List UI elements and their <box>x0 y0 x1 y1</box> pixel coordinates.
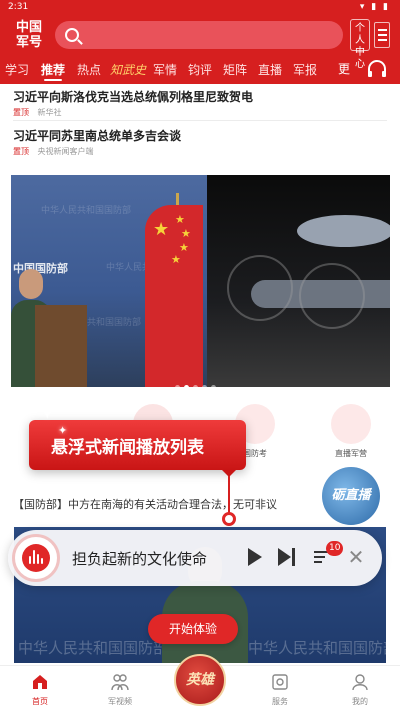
watermark: 中华人民共和国国防部 <box>18 639 169 657</box>
next-track-icon[interactable] <box>278 548 296 566</box>
tab-matrix[interactable]: 矩阵 <box>223 61 247 78</box>
press-conference-image: 中华人民共和国国防部 中华人民共和国国防部 中华人民共和国国防部 中国国防部 ★… <box>11 175 207 387</box>
nav-profile[interactable]: 我的 <box>330 666 390 711</box>
nav-label: 首页 <box>32 697 48 706</box>
podium <box>35 305 87 387</box>
start-experience-button[interactable]: 开始体验 <box>148 614 238 644</box>
pinned-tag: 置顶 <box>13 108 29 117</box>
user-icon <box>352 674 368 691</box>
service-icon <box>272 674 288 690</box>
nav-service[interactable]: 服务 <box>250 666 310 711</box>
tab-recommend[interactable]: 推荐 <box>41 61 65 78</box>
sparkle-icon: ✦ <box>38 400 57 425</box>
news-item-meta: 置顶 新华社 <box>13 107 62 118</box>
tab-study[interactable]: 学习 <box>5 61 29 78</box>
watermark: 中华人民共和国国防部 <box>41 206 132 216</box>
close-icon[interactable]: ✕ <box>346 547 366 567</box>
news-item-title[interactable]: 【国防部】中方在南海的有关活动合理合法，无可非议 <box>13 496 277 512</box>
watermark: 中华人民共和国国防部 <box>248 639 386 657</box>
divider <box>13 120 387 121</box>
tooltip-text: 悬浮式新闻播放列表 <box>51 438 204 458</box>
search-bar[interactable] <box>55 21 343 49</box>
carousel-dot[interactable] <box>193 385 198 390</box>
news-item-title[interactable]: 习近平同苏里南总统单多吉会谈 <box>13 127 181 144</box>
carousel-indicator <box>175 375 220 390</box>
soldiers-icon <box>111 674 129 691</box>
app-header: 2:31 ▾ ▮ ▮ 中国 军号 个人 中心 学习 推荐 热点 知武史 军情 钧… <box>0 0 400 84</box>
carousel-dot[interactable] <box>211 385 216 390</box>
tooltip-anchor-dot <box>222 512 236 526</box>
quick-link-icon[interactable] <box>331 404 371 444</box>
nav-label: 军视频 <box>108 697 132 706</box>
carousel-dot[interactable] <box>175 385 180 390</box>
tab-live[interactable]: 直播 <box>258 61 282 78</box>
nav-home[interactable]: 首页 <box>10 666 70 711</box>
banner-carousel[interactable]: 中华人民共和国国防部 中华人民共和国国防部 中华人民共和国国防部 中国国防部 ★… <box>11 175 390 387</box>
active-tab-indicator <box>44 79 62 81</box>
status-icons: ▾ ▮ ▮ <box>359 2 390 12</box>
carousel-dot[interactable] <box>184 385 189 390</box>
live-badge[interactable]: 砺直播 <box>322 467 380 525</box>
nav-military-video[interactable]: 军视频 <box>90 666 150 711</box>
nav-label: 我的 <box>352 697 368 706</box>
status-bar: 2:31 ▾ ▮ ▮ <box>0 0 400 14</box>
floating-audio-player[interactable]: 担负起新的文化使命 10 ✕ <box>8 530 382 586</box>
pinned-tag: 置顶 <box>13 147 29 156</box>
news-item-title[interactable]: 习近平向斯洛伐克当选总统佩列格里尼致贺电 <box>13 88 253 105</box>
playlist-count-badge: 10 <box>326 541 344 556</box>
status-time: 2:31 <box>8 2 29 12</box>
aircraft-image <box>207 175 390 387</box>
tab-hot[interactable]: 热点 <box>77 61 101 78</box>
carousel-dot[interactable] <box>202 385 207 390</box>
hero-center-button[interactable]: 英雄 <box>174 654 226 706</box>
sparkle-icon: ✦ <box>58 424 68 437</box>
tab-commentary[interactable]: 钧评 <box>188 61 212 78</box>
quick-link-label: 直播军营 <box>335 449 367 458</box>
app-logo[interactable]: 中国 军号 <box>12 20 46 52</box>
tab-military-news[interactable]: 军情 <box>153 61 177 78</box>
now-playing-title[interactable]: 担负起新的文化使命 <box>72 548 207 569</box>
news-item-meta: 置顶 央视新闻客户端 <box>13 146 94 157</box>
home-icon <box>33 675 47 689</box>
tab-military-daily[interactable]: 军报 <box>293 61 317 78</box>
audio-wave-icon <box>22 544 50 572</box>
profile-center-button[interactable]: 个人 中心 <box>350 19 370 70</box>
officer <box>19 269 43 299</box>
radar-dome <box>297 215 390 247</box>
channel-tabs: 学习 推荐 热点 知武史 军情 钧评 矩阵 直播 军报 更 <box>0 57 400 83</box>
news-source: 新华社 <box>37 108 62 117</box>
headphone-icon[interactable] <box>367 60 387 78</box>
menu-icon[interactable] <box>374 22 390 48</box>
player-cover[interactable] <box>12 534 60 582</box>
tabs-more[interactable]: 更 <box>338 60 352 77</box>
play-icon[interactable] <box>248 548 262 566</box>
nav-label: 服务 <box>272 697 288 706</box>
tab-military-history[interactable]: 知武史 <box>110 61 146 78</box>
search-icon <box>65 28 79 42</box>
flag: ★ ★ ★ ★ ★ <box>145 205 203 387</box>
news-source: 央视新闻客户端 <box>37 147 94 156</box>
